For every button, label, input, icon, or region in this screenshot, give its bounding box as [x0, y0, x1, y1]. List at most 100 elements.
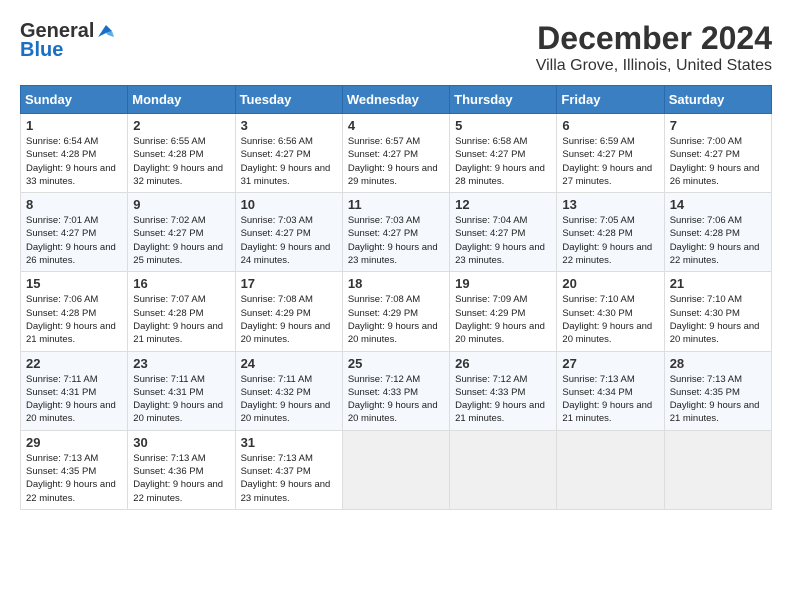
logo: General Blue	[20, 20, 114, 62]
day-number: 25	[348, 356, 444, 371]
calendar-cell: 29 Sunrise: 7:13 AMSunset: 4:35 PMDaylig…	[21, 430, 128, 509]
cell-info: Sunrise: 7:06 AMSunset: 4:28 PMDaylight:…	[670, 215, 760, 266]
day-number: 14	[670, 197, 766, 212]
cell-info: Sunrise: 7:10 AMSunset: 4:30 PMDaylight:…	[562, 294, 652, 345]
calendar-cell: 24 Sunrise: 7:11 AMSunset: 4:32 PMDaylig…	[235, 351, 342, 430]
calendar-cell	[450, 430, 557, 509]
logo-bird-icon	[96, 23, 114, 41]
cell-info: Sunrise: 7:02 AMSunset: 4:27 PMDaylight:…	[133, 215, 223, 266]
cell-info: Sunrise: 7:08 AMSunset: 4:29 PMDaylight:…	[348, 294, 438, 345]
calendar-cell: 5 Sunrise: 6:58 AMSunset: 4:27 PMDayligh…	[450, 114, 557, 193]
calendar-cell: 17 Sunrise: 7:08 AMSunset: 4:29 PMDaylig…	[235, 272, 342, 351]
month-title: December 2024	[536, 20, 772, 57]
header: General Blue December 2024 Villa Grove, …	[20, 20, 772, 75]
cell-info: Sunrise: 6:55 AMSunset: 4:28 PMDaylight:…	[133, 136, 223, 187]
day-number: 1	[26, 118, 122, 133]
cell-info: Sunrise: 7:12 AMSunset: 4:33 PMDaylight:…	[455, 374, 545, 425]
calendar-cell	[557, 430, 664, 509]
day-number: 16	[133, 276, 229, 291]
calendar-cell: 25 Sunrise: 7:12 AMSunset: 4:33 PMDaylig…	[342, 351, 449, 430]
day-number: 15	[26, 276, 122, 291]
day-number: 19	[455, 276, 551, 291]
calendar-header-row: SundayMondayTuesdayWednesdayThursdayFrid…	[21, 86, 772, 114]
cell-info: Sunrise: 7:13 AMSunset: 4:35 PMDaylight:…	[26, 453, 116, 504]
cell-info: Sunrise: 7:01 AMSunset: 4:27 PMDaylight:…	[26, 215, 116, 266]
title-area: December 2024 Villa Grove, Illinois, Uni…	[536, 20, 772, 75]
logo-blue: Blue	[20, 39, 63, 62]
day-number: 13	[562, 197, 658, 212]
calendar-week-row: 29 Sunrise: 7:13 AMSunset: 4:35 PMDaylig…	[21, 430, 772, 509]
day-number: 24	[241, 356, 337, 371]
calendar-header-monday: Monday	[128, 86, 235, 114]
calendar-cell: 4 Sunrise: 6:57 AMSunset: 4:27 PMDayligh…	[342, 114, 449, 193]
day-number: 12	[455, 197, 551, 212]
calendar-week-row: 15 Sunrise: 7:06 AMSunset: 4:28 PMDaylig…	[21, 272, 772, 351]
day-number: 7	[670, 118, 766, 133]
cell-info: Sunrise: 7:11 AMSunset: 4:31 PMDaylight:…	[26, 374, 116, 425]
calendar-cell: 8 Sunrise: 7:01 AMSunset: 4:27 PMDayligh…	[21, 193, 128, 272]
cell-info: Sunrise: 7:13 AMSunset: 4:36 PMDaylight:…	[133, 453, 223, 504]
day-number: 22	[26, 356, 122, 371]
day-number: 11	[348, 197, 444, 212]
day-number: 8	[26, 197, 122, 212]
calendar-cell: 3 Sunrise: 6:56 AMSunset: 4:27 PMDayligh…	[235, 114, 342, 193]
calendar-header-sunday: Sunday	[21, 86, 128, 114]
location-title: Villa Grove, Illinois, United States	[536, 57, 772, 75]
day-number: 21	[670, 276, 766, 291]
calendar-cell: 11 Sunrise: 7:03 AMSunset: 4:27 PMDaylig…	[342, 193, 449, 272]
calendar-cell: 9 Sunrise: 7:02 AMSunset: 4:27 PMDayligh…	[128, 193, 235, 272]
cell-info: Sunrise: 7:00 AMSunset: 4:27 PMDaylight:…	[670, 136, 760, 187]
calendar-header-thursday: Thursday	[450, 86, 557, 114]
cell-info: Sunrise: 7:04 AMSunset: 4:27 PMDaylight:…	[455, 215, 545, 266]
calendar-cell: 2 Sunrise: 6:55 AMSunset: 4:28 PMDayligh…	[128, 114, 235, 193]
cell-info: Sunrise: 7:13 AMSunset: 4:35 PMDaylight:…	[670, 374, 760, 425]
calendar-cell: 26 Sunrise: 7:12 AMSunset: 4:33 PMDaylig…	[450, 351, 557, 430]
cell-info: Sunrise: 7:13 AMSunset: 4:34 PMDaylight:…	[562, 374, 652, 425]
calendar-header-wednesday: Wednesday	[342, 86, 449, 114]
calendar-cell: 19 Sunrise: 7:09 AMSunset: 4:29 PMDaylig…	[450, 272, 557, 351]
calendar-week-row: 22 Sunrise: 7:11 AMSunset: 4:31 PMDaylig…	[21, 351, 772, 430]
day-number: 18	[348, 276, 444, 291]
cell-info: Sunrise: 7:07 AMSunset: 4:28 PMDaylight:…	[133, 294, 223, 345]
calendar-cell: 18 Sunrise: 7:08 AMSunset: 4:29 PMDaylig…	[342, 272, 449, 351]
day-number: 20	[562, 276, 658, 291]
calendar-cell: 30 Sunrise: 7:13 AMSunset: 4:36 PMDaylig…	[128, 430, 235, 509]
calendar-cell: 10 Sunrise: 7:03 AMSunset: 4:27 PMDaylig…	[235, 193, 342, 272]
cell-info: Sunrise: 7:08 AMSunset: 4:29 PMDaylight:…	[241, 294, 331, 345]
calendar: SundayMondayTuesdayWednesdayThursdayFrid…	[20, 85, 772, 510]
day-number: 26	[455, 356, 551, 371]
day-number: 29	[26, 435, 122, 450]
calendar-cell: 14 Sunrise: 7:06 AMSunset: 4:28 PMDaylig…	[664, 193, 771, 272]
cell-info: Sunrise: 7:11 AMSunset: 4:31 PMDaylight:…	[133, 374, 223, 425]
day-number: 31	[241, 435, 337, 450]
cell-info: Sunrise: 6:58 AMSunset: 4:27 PMDaylight:…	[455, 136, 545, 187]
calendar-cell: 15 Sunrise: 7:06 AMSunset: 4:28 PMDaylig…	[21, 272, 128, 351]
day-number: 28	[670, 356, 766, 371]
day-number: 4	[348, 118, 444, 133]
cell-info: Sunrise: 6:57 AMSunset: 4:27 PMDaylight:…	[348, 136, 438, 187]
calendar-cell	[342, 430, 449, 509]
day-number: 9	[133, 197, 229, 212]
day-number: 5	[455, 118, 551, 133]
calendar-cell: 22 Sunrise: 7:11 AMSunset: 4:31 PMDaylig…	[21, 351, 128, 430]
cell-info: Sunrise: 7:10 AMSunset: 4:30 PMDaylight:…	[670, 294, 760, 345]
calendar-week-row: 1 Sunrise: 6:54 AMSunset: 4:28 PMDayligh…	[21, 114, 772, 193]
calendar-cell: 21 Sunrise: 7:10 AMSunset: 4:30 PMDaylig…	[664, 272, 771, 351]
day-number: 17	[241, 276, 337, 291]
day-number: 23	[133, 356, 229, 371]
cell-info: Sunrise: 7:06 AMSunset: 4:28 PMDaylight:…	[26, 294, 116, 345]
cell-info: Sunrise: 7:03 AMSunset: 4:27 PMDaylight:…	[348, 215, 438, 266]
day-number: 6	[562, 118, 658, 133]
day-number: 30	[133, 435, 229, 450]
cell-info: Sunrise: 7:12 AMSunset: 4:33 PMDaylight:…	[348, 374, 438, 425]
day-number: 27	[562, 356, 658, 371]
calendar-week-row: 8 Sunrise: 7:01 AMSunset: 4:27 PMDayligh…	[21, 193, 772, 272]
cell-info: Sunrise: 7:03 AMSunset: 4:27 PMDaylight:…	[241, 215, 331, 266]
calendar-cell	[664, 430, 771, 509]
day-number: 2	[133, 118, 229, 133]
calendar-cell: 13 Sunrise: 7:05 AMSunset: 4:28 PMDaylig…	[557, 193, 664, 272]
calendar-cell: 7 Sunrise: 7:00 AMSunset: 4:27 PMDayligh…	[664, 114, 771, 193]
calendar-header-friday: Friday	[557, 86, 664, 114]
calendar-cell: 1 Sunrise: 6:54 AMSunset: 4:28 PMDayligh…	[21, 114, 128, 193]
calendar-header-tuesday: Tuesday	[235, 86, 342, 114]
